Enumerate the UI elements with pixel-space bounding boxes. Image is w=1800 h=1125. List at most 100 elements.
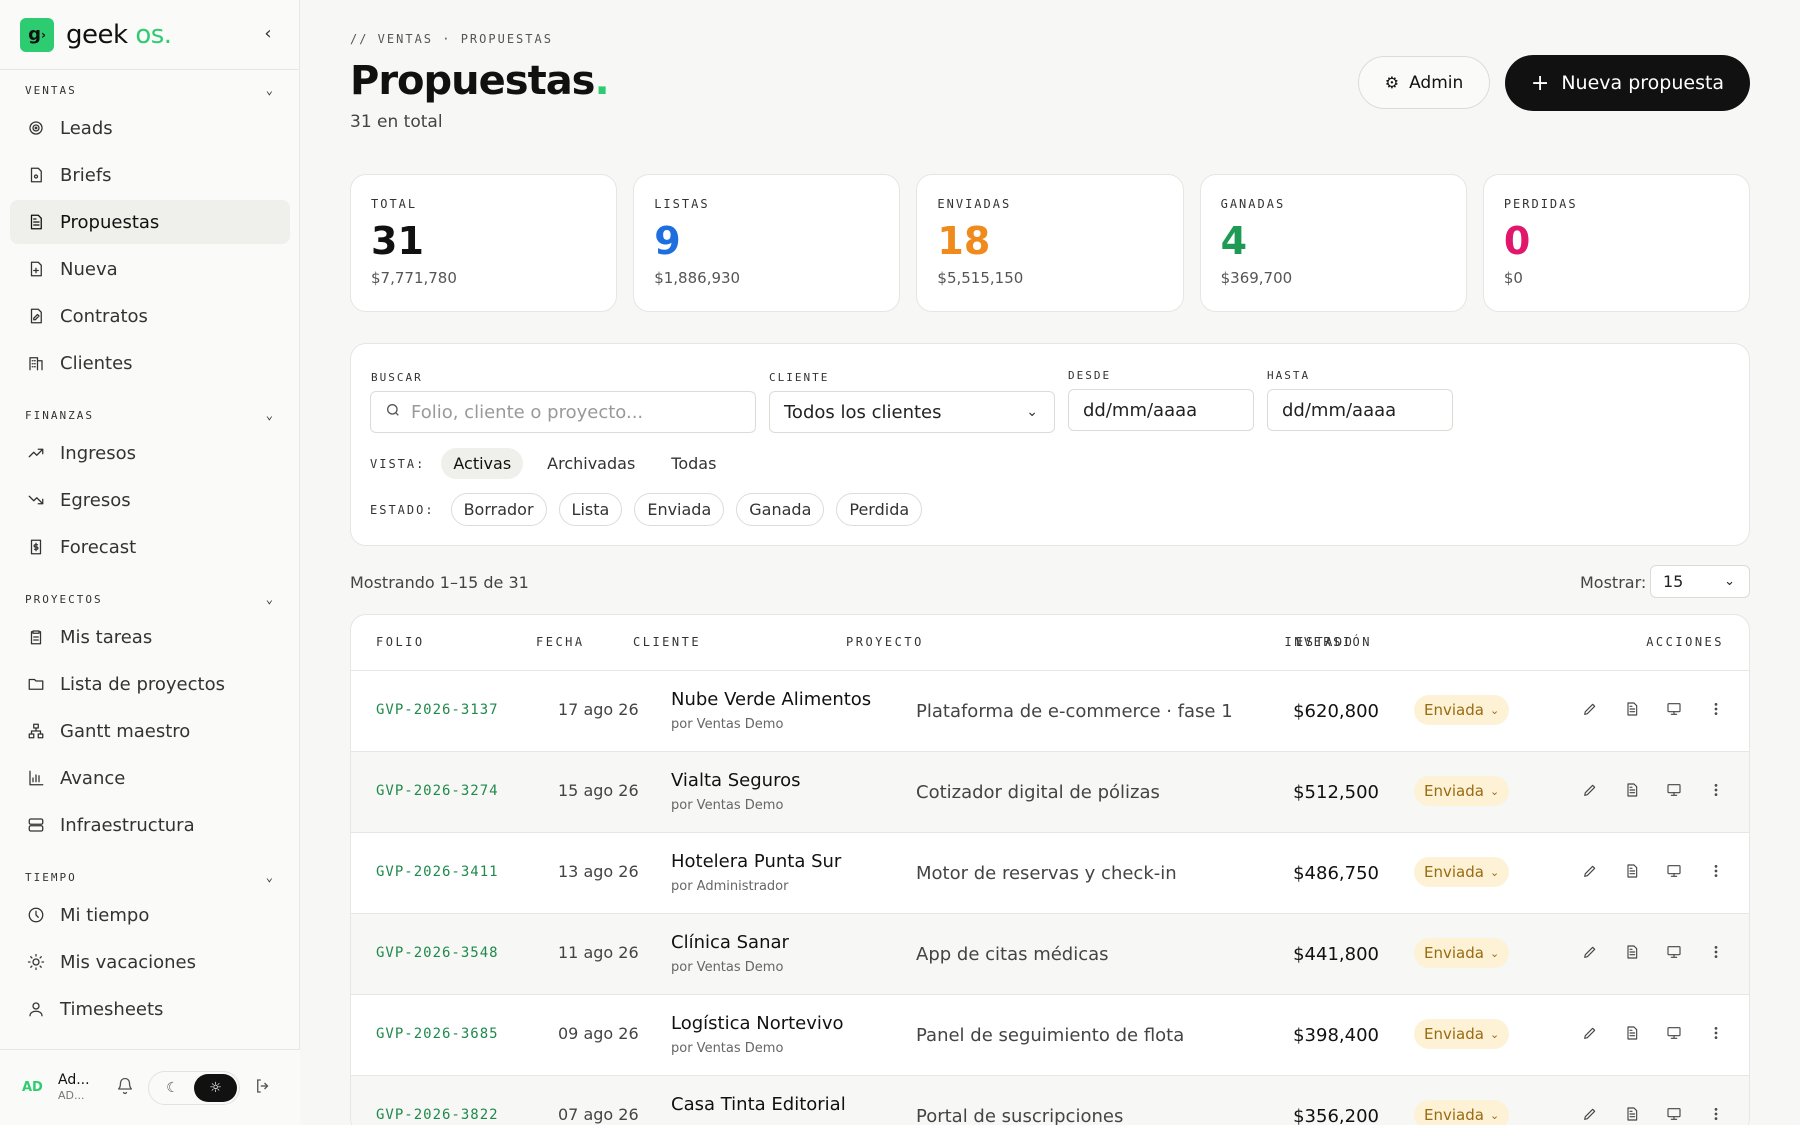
sidebar-item-contratos[interactable]: Contratos: [10, 294, 290, 338]
sidebar-item-gantt-maestro[interactable]: Gantt maestro: [10, 709, 290, 753]
document-icon[interactable]: [1623, 699, 1641, 719]
section-header-finanzas[interactable]: FINANZAS ⌄: [0, 405, 300, 425]
sidebar-item-mi-tiempo[interactable]: Mi tiempo: [10, 893, 290, 937]
sidebar-item-avance[interactable]: Avance: [10, 756, 290, 800]
table-row[interactable]: GVP-2026-3822 07 ago 26 Casa Tinta Editori…: [351, 1076, 1749, 1125]
status-chip-borrador[interactable]: Borrador: [450, 493, 547, 526]
column-header-3[interactable]: CLIENTE: [633, 635, 701, 649]
sidebar-item-nueva[interactable]: Nueva: [10, 247, 290, 291]
status-badge[interactable]: Enviada ⌄: [1414, 695, 1510, 725]
sidebar-item-leads[interactable]: Leads: [10, 106, 290, 150]
sidebar-item-infraestructura[interactable]: Infraestructura: [10, 803, 290, 847]
project-cell: Cotizador digital de pólizas: [916, 782, 1160, 803]
to-label: HASTA: [1267, 369, 1311, 382]
sidebar-item-timesheets[interactable]: Timesheets: [10, 987, 290, 1031]
tab-activas[interactable]: Activas: [441, 448, 524, 479]
kpi-card-listas[interactable]: LISTAS 9 $1,886,930: [633, 174, 901, 312]
avatar[interactable]: AD: [22, 1080, 58, 1095]
logout-icon[interactable]: [254, 1077, 272, 1099]
sidebar-item-mis-tareas[interactable]: Mis tareas: [10, 615, 290, 659]
kpi-card-ganadas[interactable]: GANADAS 4 $369,700: [1199, 174, 1467, 312]
present-icon[interactable]: [1665, 699, 1683, 719]
more-icon[interactable]: [1707, 780, 1725, 800]
kpi-card-perdidas[interactable]: PERDIDAS 0 $0: [1482, 174, 1751, 312]
more-icon[interactable]: [1707, 861, 1725, 881]
status-badge[interactable]: Enviada ⌄: [1414, 1019, 1510, 1049]
theme-toggle[interactable]: ☾ ☼: [148, 1070, 240, 1105]
table-row[interactable]: GVP-2026-3548 11 ago 26 Clínica Sanar por V…: [351, 914, 1749, 995]
table-row[interactable]: GVP-2026-3685 09 ago 26 Logística Norteviv…: [351, 995, 1749, 1076]
sidebar-item-lista-de-proyectos[interactable]: Lista de proyectos: [10, 662, 290, 706]
edit-icon[interactable]: [1581, 1104, 1599, 1124]
column-header-2[interactable]: FECHA: [536, 635, 585, 649]
status-badge[interactable]: Enviada ⌄: [1414, 776, 1510, 806]
tab-todas[interactable]: Todas: [659, 448, 728, 479]
kpi-card-enviadas[interactable]: ENVIADAS 18 $5,515,150: [916, 174, 1184, 312]
edit-icon[interactable]: [1581, 699, 1599, 719]
folio-link[interactable]: GVP-2026-3137: [376, 702, 499, 718]
sidebar-item-forecast[interactable]: Forecast: [10, 525, 290, 569]
more-icon[interactable]: [1707, 699, 1725, 719]
section-header-proyectos[interactable]: PROYECTOS ⌄: [0, 589, 300, 609]
folio-link[interactable]: GVP-2026-3822: [376, 1107, 499, 1123]
present-icon[interactable]: [1665, 780, 1683, 800]
column-header-4[interactable]: PROYECTO: [846, 635, 924, 649]
edit-icon[interactable]: [1581, 861, 1599, 881]
table-row[interactable]: GVP-2026-3274 15 ago 26 Vialta Seguros por …: [351, 752, 1749, 833]
document-icon[interactable]: [1623, 1023, 1641, 1043]
status-chip-lista[interactable]: Lista: [558, 493, 623, 526]
document-icon[interactable]: [1623, 861, 1641, 881]
brand-logo-icon: g ›: [20, 17, 54, 52]
sidebar-item-egresos[interactable]: Egresos: [10, 478, 290, 522]
more-icon[interactable]: [1707, 1104, 1725, 1124]
edit-icon[interactable]: [1581, 1023, 1599, 1043]
status-badge[interactable]: Enviada ⌄: [1414, 1100, 1510, 1125]
to-date-input[interactable]: dd/mm/aaaa: [1267, 389, 1453, 431]
folio-link[interactable]: GVP-2026-3274: [376, 783, 499, 799]
status-badge[interactable]: Enviada ⌄: [1414, 857, 1510, 887]
collapse-sidebar-icon[interactable]: ‹: [257, 22, 279, 44]
column-header-1[interactable]: FOLIO: [376, 635, 425, 649]
brand[interactable]: g › geek os. ‹: [0, 0, 299, 70]
edit-icon[interactable]: [1581, 942, 1599, 962]
kpi-card-total[interactable]: TOTAL 31 $7,771,780: [350, 174, 618, 312]
section-header-ventas[interactable]: VENTAS ⌄: [0, 80, 300, 100]
section-header-tiempo[interactable]: TIEMPO ⌄: [0, 867, 300, 887]
present-icon[interactable]: [1665, 1104, 1683, 1124]
sidebar-item-ingresos[interactable]: Ingresos: [10, 431, 290, 475]
bell-icon[interactable]: [116, 1077, 134, 1099]
more-icon[interactable]: [1707, 942, 1725, 962]
tab-archivadas[interactable]: Archivadas: [535, 448, 647, 479]
client-select[interactable]: Todos los clientes ⌄: [769, 391, 1055, 433]
column-header-7[interactable]: ACCIONES: [1646, 635, 1724, 649]
edit-icon[interactable]: [1581, 780, 1599, 800]
sun-icon[interactable]: ☼: [194, 1073, 237, 1102]
sidebar-item-briefs[interactable]: Briefs: [10, 153, 290, 197]
sidebar-item-mis-vacaciones[interactable]: Mis vacaciones: [10, 940, 290, 984]
status-chip-ganada[interactable]: Ganada: [736, 493, 825, 526]
table-row[interactable]: GVP-2026-3411 13 ago 26 Hotelera Punta Sur…: [351, 833, 1749, 914]
page-size-select[interactable]: 15 ⌄: [1650, 565, 1750, 598]
present-icon[interactable]: [1665, 861, 1683, 881]
status-chip-enviada[interactable]: Enviada: [634, 493, 725, 526]
present-icon[interactable]: [1665, 942, 1683, 962]
search-input[interactable]: Folio, cliente o proyecto...: [370, 391, 756, 433]
sidebar-item-propuestas[interactable]: Propuestas: [10, 200, 290, 244]
more-icon[interactable]: [1707, 1023, 1725, 1043]
folio-link[interactable]: GVP-2026-3411: [376, 864, 499, 880]
from-date-input[interactable]: dd/mm/aaaa: [1068, 389, 1254, 431]
status-chip-perdida[interactable]: Perdida: [836, 493, 923, 526]
new-proposal-button[interactable]: + Nueva propuesta: [1505, 55, 1750, 111]
table-row[interactable]: GVP-2026-3137 17 ago 26 Nube Verde Aliment…: [351, 671, 1749, 752]
column-header-6[interactable]: ESTADO: [1296, 635, 1354, 649]
moon-icon[interactable]: ☾: [151, 1074, 194, 1102]
document-icon[interactable]: [1623, 942, 1641, 962]
folio-link[interactable]: GVP-2026-3548: [376, 945, 499, 961]
present-icon[interactable]: [1665, 1023, 1683, 1043]
document-icon[interactable]: [1623, 1104, 1641, 1124]
status-badge[interactable]: Enviada ⌄: [1414, 938, 1510, 968]
sidebar-item-clientes[interactable]: Clientes: [10, 341, 290, 385]
admin-button[interactable]: ⚙ Admin: [1358, 56, 1490, 109]
document-icon[interactable]: [1623, 780, 1641, 800]
folio-link[interactable]: GVP-2026-3685: [376, 1026, 499, 1042]
